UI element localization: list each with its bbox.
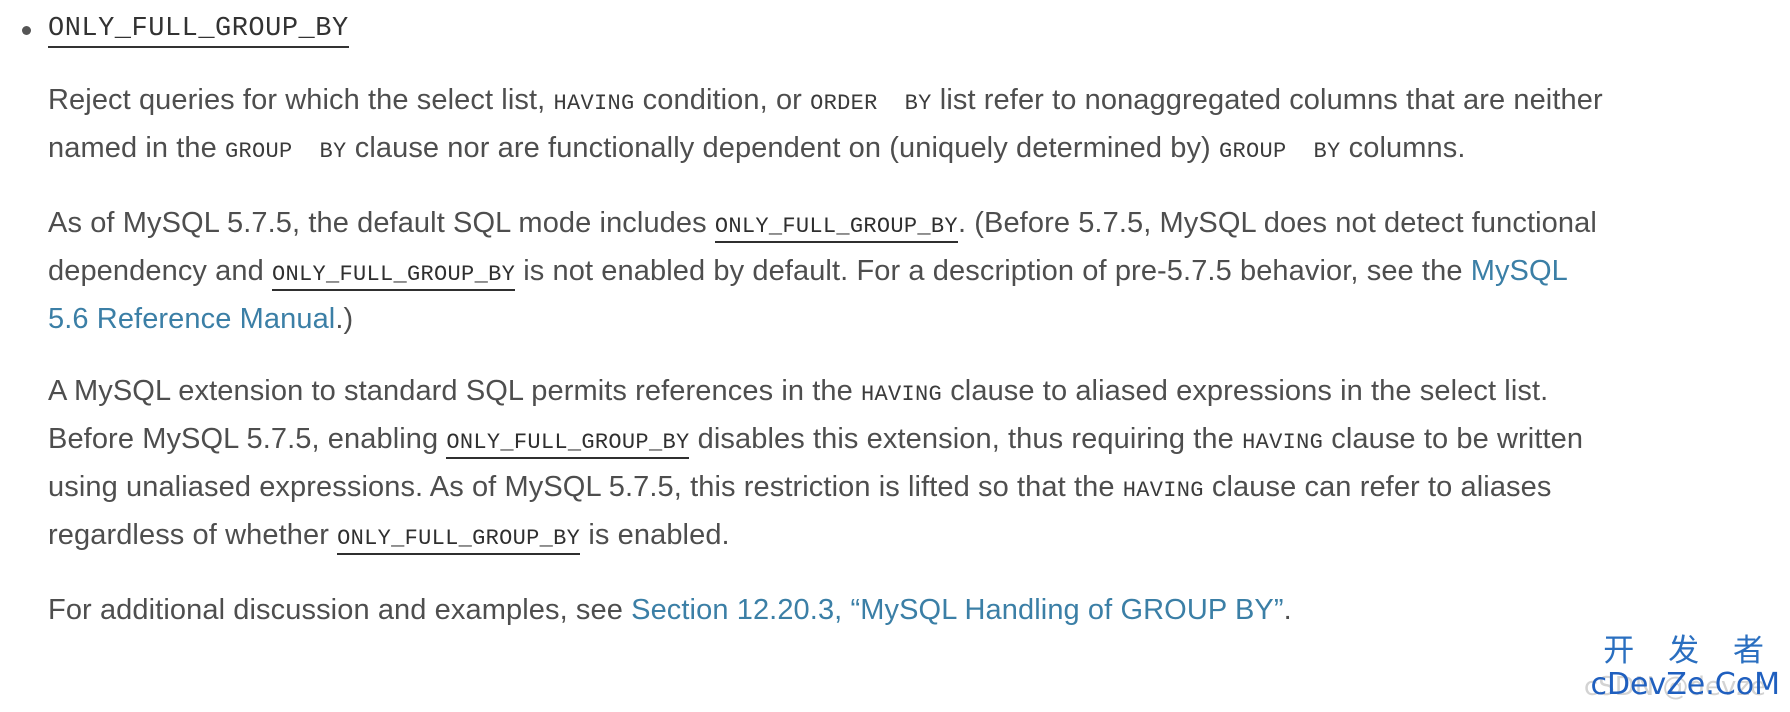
link-section-12-20-3[interactable]: Section 12.20.3, “MySQL Handling of GROU… [631,594,1283,626]
text-segment: As of MySQL 5.7.5, the default SQL mode … [48,207,715,239]
code-only-full-group-by: ONLY_FULL_GROUP_BY [714,214,958,243]
text-segment: . [1283,594,1292,626]
paragraph-see-also: For additional discussion and examples, … [48,588,1608,633]
code-having: HAVING [553,91,635,116]
code-having: HAVING [1122,478,1204,503]
code-having: HAVING [1242,430,1324,455]
text-segment: condition, or [634,84,811,116]
text-segment: clause nor are functionally dependent on… [346,132,1219,164]
paragraph-reject-queries: Reject queries for which the select list… [48,78,1608,174]
paragraph-container: Reject queries for which the select list… [0,78,1638,633]
text-segment: columns. [1340,132,1466,164]
watermark-ghost-text: cSDN @devze [1583,672,1766,702]
text-segment: is enabled. [580,519,730,551]
bullet-dot-icon [22,26,31,35]
code-order-by: ORDER BY [810,91,932,116]
text-segment: A MySQL extension to standard SQL permit… [48,375,862,407]
code-only-full-group-by: ONLY_FULL_GROUP_BY [272,262,516,291]
watermark-domain-text: cDevZe.CoM [1590,667,1780,702]
bullet-list-item: ONLY_FULL_GROUP_BY [0,0,1790,48]
code-only-full-group-by: ONLY_FULL_GROUP_BY [337,526,581,555]
text-segment: .) [335,303,354,335]
text-segment: disables this extension, thus requiring … [689,423,1243,455]
text-segment: is not enabled by default. For a descrip… [515,255,1471,287]
code-having: HAVING [861,382,943,407]
watermark: cSDN @devze 开 发 者 cDevZe.CoM [1577,628,1782,708]
code-group-by: GROUP BY [1218,139,1341,164]
text-segment: For additional discussion and examples, … [48,594,632,626]
document-body: ONLY_FULL_GROUP_BY Reject queries for wh… [0,0,1790,712]
code-group-by: GROUP BY [225,139,347,164]
code-only-full-group-by: ONLY_FULL_GROUP_BY [446,430,690,459]
sql-mode-name: ONLY_FULL_GROUP_BY [48,14,349,48]
paragraph-default-sql-mode: As of MySQL 5.7.5, the default SQL mode … [48,201,1608,342]
watermark-chinese-text: 开 发 者 [1603,633,1776,669]
text-segment: Reject queries for which the select list… [48,84,554,116]
paragraph-having-alias-extension: A MySQL extension to standard SQL permit… [48,369,1608,561]
